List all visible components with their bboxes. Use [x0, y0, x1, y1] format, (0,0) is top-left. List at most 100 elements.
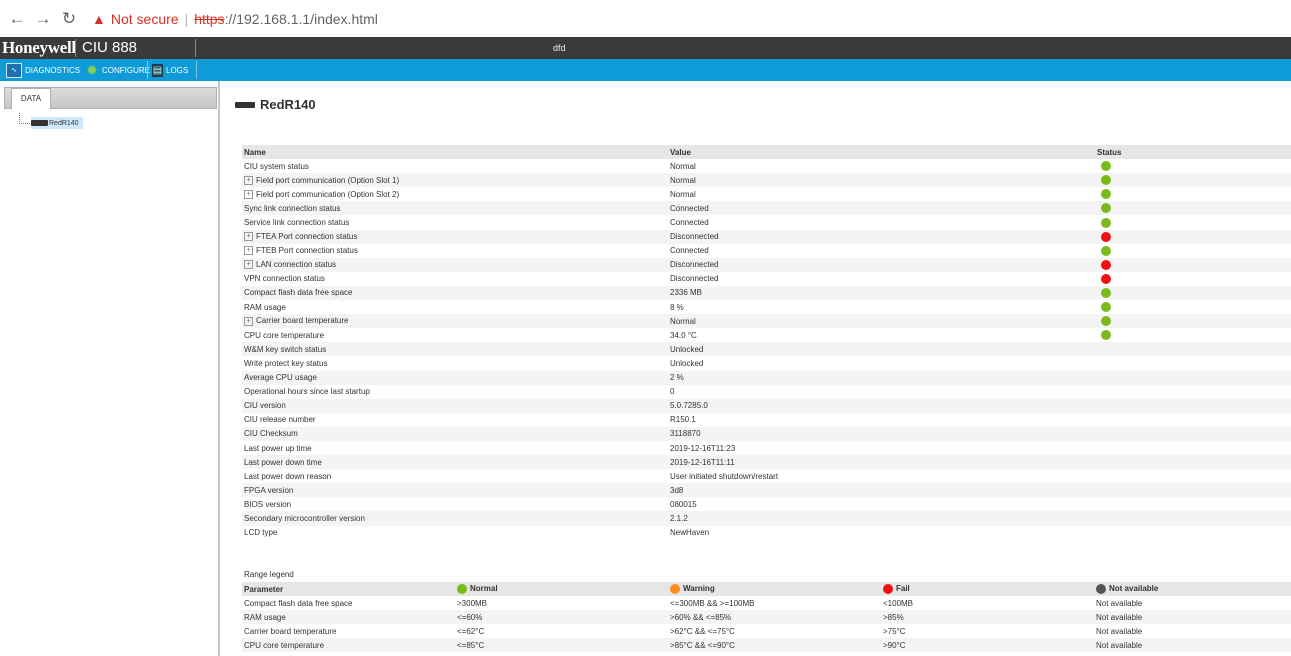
status-cell	[1095, 244, 1291, 258]
range-legend-table: Parameter Normal Warning Fail Not available …	[242, 582, 1291, 653]
table-row: Compact flash data free space 2336 MB	[242, 285, 1291, 301]
table-row: VPN connection status Disconnected	[242, 272, 1291, 286]
expand-icon[interactable]: +	[244, 175, 253, 185]
tab-configure[interactable]: ✹ CONFIGURE	[85, 61, 150, 79]
status-cell	[1095, 215, 1291, 229]
table-row: + Carrier board temperature Normal	[242, 314, 1291, 329]
tab-label: LOGS	[166, 65, 189, 75]
value-cell: 0	[670, 387, 675, 397]
column-header-label: Not available	[1109, 584, 1159, 594]
legend-cell: >75°C	[883, 626, 906, 636]
value-cell: Connected	[668, 201, 1095, 216]
expand-icon[interactable]: +	[244, 190, 253, 200]
row-name: FTEB Port connection status	[256, 246, 358, 255]
row-name: Carrier board temperature	[256, 316, 349, 326]
row-name: BIOS version	[244, 499, 292, 509]
name-cell: LCD type	[242, 526, 668, 540]
legend-table-body: Compact flash data free space >300MB <=300…	[242, 596, 1291, 653]
status-cell	[1095, 272, 1291, 286]
row-name: Sync link connection status	[244, 203, 341, 213]
reload-icon[interactable]: ↻	[58, 9, 80, 29]
warning-icon[interactable]: ▲	[92, 11, 106, 27]
value-cell: 3d8	[668, 483, 1095, 498]
tab-data[interactable]: DATA	[11, 88, 51, 109]
legend-cell: >300MB	[457, 598, 488, 608]
status-cell	[1095, 159, 1291, 173]
status-table: Name Value Status CIU system status Norma…	[242, 145, 1291, 540]
logs-icon: ▤	[152, 63, 163, 77]
row-name: CIU version	[244, 401, 286, 411]
status-indicator-icon	[1101, 217, 1111, 228]
legend-cell: >60% && <=85%	[668, 610, 881, 625]
table-row: Operational hours since last startup 0	[242, 385, 1291, 399]
value-cell: Normal	[670, 161, 696, 171]
value-cell: 34.0 °C	[670, 330, 697, 340]
row-name: Field port communication (Option Slot 1)	[256, 175, 400, 185]
status-cell	[1095, 257, 1291, 272]
value-cell: R150.1	[670, 415, 696, 425]
column-header-label: Fail	[896, 584, 910, 594]
column-header: Value	[668, 145, 1095, 160]
browser-toolbar: ← → ↻ ▲ Not secure | https://192.168.1.1…	[0, 0, 1291, 37]
address-bar[interactable]: https://192.168.1.1/index.html	[194, 11, 378, 27]
tree-node-label: RedR140	[49, 119, 79, 127]
table-row: CIU release number R150.1	[242, 413, 1291, 427]
name-cell: CPU core temperature	[242, 328, 668, 342]
user-label[interactable]: dfd	[553, 43, 566, 53]
forward-arrow-icon[interactable]: →	[32, 9, 54, 29]
device-icon	[31, 120, 48, 126]
back-arrow-icon[interactable]: ←	[6, 9, 28, 29]
expand-icon[interactable]: +	[244, 232, 253, 242]
gear-icon: ✹	[86, 61, 98, 78]
status-indicator-icon	[1101, 175, 1111, 186]
value-cell: 2.1.2	[668, 511, 1095, 526]
divider	[147, 61, 148, 79]
tab-diagnostics[interactable]: ∿ DIAGNOSTICS	[6, 61, 80, 79]
name-cell: Secondary microcontroller version	[242, 511, 668, 526]
column-header: Warning	[668, 582, 881, 597]
table-row: + LAN connection status Disconnected	[242, 257, 1291, 272]
status-cell	[1095, 441, 1291, 455]
column-header-label: Parameter	[244, 584, 284, 594]
column-header: Name	[242, 145, 668, 160]
tab-logs[interactable]: ▤ LOGS	[152, 61, 188, 79]
name-cell: CIU system status	[242, 159, 668, 173]
name-cell: RAM usage	[242, 300, 668, 314]
status-cell	[1095, 413, 1291, 427]
row-name: FTEA Port connection status	[256, 231, 358, 241]
row-name: Compact flash data free space	[244, 288, 353, 298]
row-name: LCD type	[244, 528, 278, 538]
row-name: Field port communication (Option Slot 2)	[256, 189, 400, 199]
status-cell	[1095, 483, 1291, 498]
name-cell: Operational hours since last startup	[242, 385, 668, 399]
legend-title: Range legend	[244, 570, 294, 579]
table-row: CIU Checksum 3118870	[242, 426, 1291, 441]
expand-icon[interactable]: +	[244, 316, 253, 326]
row-name: Last power up time	[244, 443, 312, 453]
status-cell	[1095, 342, 1291, 357]
tab-label: DIAGNOSTICS	[25, 65, 81, 75]
expand-icon[interactable]: +	[244, 246, 253, 256]
status-cell	[1095, 314, 1291, 329]
security-label[interactable]: Not secure	[111, 11, 179, 27]
divider	[196, 61, 197, 79]
row-name: Operational hours since last startup	[244, 387, 370, 397]
tree-connector	[19, 113, 30, 124]
row-name: FPGA version	[244, 485, 294, 495]
tree-node-device[interactable]: RedR140	[31, 117, 83, 129]
device-title: RedR140	[260, 97, 316, 112]
table-row: RAM usage <=60% >60% && <=85% >85% Not avail…	[242, 610, 1291, 625]
row-name: Secondary microcontroller version	[244, 513, 365, 523]
value-cell: Normal	[668, 173, 1095, 188]
name-cell: Compact flash data free space	[242, 285, 668, 301]
status-cell	[1095, 511, 1291, 526]
name-cell: Last power up time	[242, 441, 668, 455]
status-cell	[1095, 187, 1291, 201]
expand-icon[interactable]: +	[244, 260, 253, 270]
row-name: Service link connection status	[244, 218, 350, 228]
status-cell	[1095, 469, 1291, 483]
status-cell	[1095, 455, 1291, 470]
row-name: RAM usage	[244, 302, 286, 312]
status-cell	[1095, 370, 1291, 385]
brand-logo: Honeywell	[2, 38, 76, 57]
